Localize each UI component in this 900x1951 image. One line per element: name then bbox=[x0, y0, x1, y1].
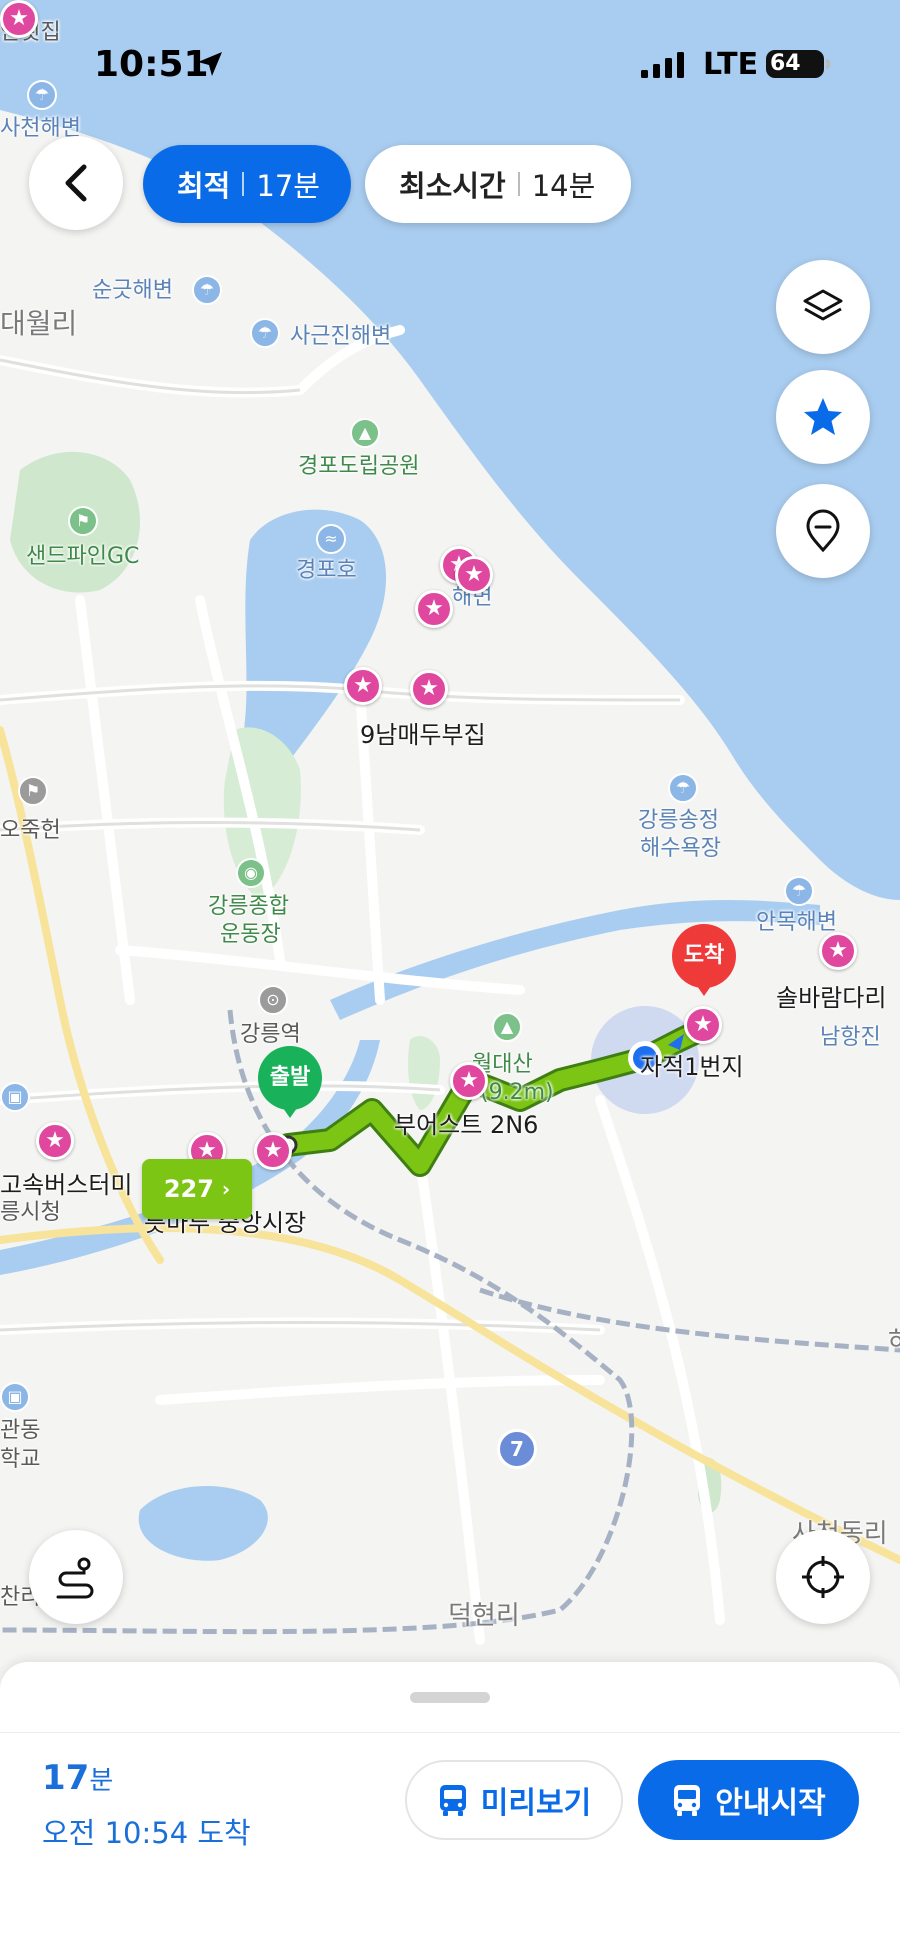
map-label: 오죽헌 bbox=[0, 818, 61, 843]
map-label: 덕현리 bbox=[448, 1601, 520, 1631]
favorite-pin-icon[interactable]: ★ bbox=[254, 1132, 292, 1170]
map-view[interactable]: 안횟집 사천해변 순긋해변 대월리 사근진해변 경포도립공원 샌드파인GC 경포… bbox=[0, 0, 900, 1700]
my-places-button[interactable] bbox=[776, 484, 870, 578]
sheet-grabber[interactable] bbox=[410, 1692, 490, 1703]
arrival-time: 오전 10:54 도착 bbox=[42, 1816, 251, 1850]
map-label: 부어스트 2N6 bbox=[394, 1111, 539, 1139]
battery-tip bbox=[826, 59, 830, 69]
bus-route-number: 227 bbox=[163, 1175, 214, 1203]
map-label: 순긋해변 bbox=[92, 278, 173, 303]
school-icon[interactable]: ▣ bbox=[0, 1382, 30, 1412]
route-option-optimal[interactable]: 최적 17분 bbox=[143, 145, 351, 223]
crosshair-icon bbox=[802, 1556, 844, 1598]
map-label: 경포도립공원 bbox=[298, 454, 420, 479]
status-time: 10:51 bbox=[94, 44, 209, 85]
map-label: 남항진 bbox=[820, 1025, 881, 1050]
location-pin-icon bbox=[806, 509, 840, 553]
chevron-right-icon: › bbox=[221, 1177, 231, 1201]
marker-tail bbox=[276, 1098, 304, 1118]
map-label: 대월리 bbox=[0, 307, 78, 340]
back-button[interactable] bbox=[29, 136, 123, 230]
separator bbox=[242, 172, 245, 196]
favorite-pin-icon[interactable]: ★ bbox=[684, 1006, 722, 1044]
map-label: 릉시청 bbox=[0, 1200, 61, 1225]
marker-tail bbox=[690, 976, 718, 996]
favorite-pin-icon[interactable]: ★ bbox=[410, 670, 448, 708]
network-type: LTE bbox=[703, 47, 759, 82]
route-summary-sheet: 17분 오전 10:54 도착 미리보기 안내시작 bbox=[0, 1662, 900, 1951]
map-label: 해수욕장 bbox=[640, 836, 721, 861]
map-label: 강릉역 bbox=[240, 1022, 301, 1047]
favorite-pin-icon[interactable]: ★ bbox=[344, 667, 382, 705]
map-label: 강릉종합 bbox=[208, 894, 289, 919]
map-label: 안목해변 bbox=[756, 910, 837, 935]
map-base bbox=[0, 0, 900, 1645]
road-number-badge: 7 bbox=[497, 1429, 537, 1469]
bus-icon bbox=[674, 1785, 701, 1816]
beach-icon[interactable]: ☂ bbox=[192, 275, 222, 305]
favorite-pin-icon[interactable]: ★ bbox=[36, 1122, 74, 1160]
map-label: 하 bbox=[888, 1327, 900, 1357]
star-icon bbox=[804, 398, 842, 435]
route-option-time: 17분 bbox=[256, 169, 320, 203]
train-station-icon[interactable]: ⊙ bbox=[258, 985, 288, 1015]
beach-icon[interactable]: ☂ bbox=[250, 318, 280, 348]
map-label: 운동장 bbox=[220, 922, 281, 947]
map-label: 솔바람다리 bbox=[776, 984, 887, 1012]
map-label: 9남매두부집 bbox=[360, 721, 486, 749]
layers-button[interactable] bbox=[776, 260, 870, 354]
route-path-icon bbox=[56, 1557, 94, 1599]
preview-label: 미리보기 bbox=[480, 1786, 592, 1821]
bus-route-badge[interactable]: 227 › bbox=[142, 1159, 252, 1219]
map-label: 샌드파인GC bbox=[26, 544, 140, 569]
map-label: 사근진해변 bbox=[290, 324, 392, 349]
bus-terminal-icon[interactable]: ▣ bbox=[0, 1082, 30, 1112]
golf-icon[interactable]: ⚑ bbox=[68, 506, 98, 536]
route-option-name: 최적 bbox=[177, 169, 231, 203]
beach-icon[interactable]: ☂ bbox=[784, 876, 814, 906]
map-label: 관동 bbox=[0, 1418, 41, 1443]
route-overview-button[interactable] bbox=[29, 1530, 123, 1624]
duration-number: 17 bbox=[42, 1758, 90, 1798]
route-option-time: 14분 bbox=[531, 169, 596, 203]
map-label: 경포호 bbox=[296, 558, 357, 583]
map-label: 고속버스터미 bbox=[0, 1171, 133, 1199]
favorite-pin-icon[interactable]: ★ bbox=[819, 932, 857, 970]
map-label: 자적1번지 bbox=[640, 1053, 744, 1081]
favorite-pin-icon[interactable]: ★ bbox=[455, 556, 493, 594]
lake-icon[interactable]: ≈ bbox=[316, 524, 346, 554]
route-option-name: 최소시간 bbox=[399, 169, 506, 203]
battery-icon: 64 bbox=[766, 50, 824, 78]
trip-duration: 17분 bbox=[42, 1758, 113, 1798]
map-label: 강릉송정 bbox=[638, 808, 719, 833]
layers-icon bbox=[803, 289, 843, 321]
duration-unit: 분 bbox=[89, 1766, 114, 1796]
favorite-pin-icon[interactable]: ★ bbox=[415, 590, 453, 628]
route-option-fastest[interactable]: 최소시간 14분 bbox=[365, 145, 631, 223]
bus-icon bbox=[439, 1785, 466, 1816]
battery-level: 64 bbox=[770, 51, 801, 76]
current-location-button[interactable] bbox=[776, 1530, 870, 1624]
location-arrow-icon bbox=[198, 52, 222, 76]
signal-bars-icon bbox=[641, 52, 684, 78]
favorite-pin-icon[interactable]: ★ bbox=[450, 1062, 488, 1100]
park-icon[interactable]: ▲ bbox=[350, 418, 380, 448]
favorites-button[interactable] bbox=[776, 370, 870, 464]
map-label: 학교 bbox=[0, 1447, 41, 1472]
start-guidance-button[interactable]: 안내시작 bbox=[638, 1760, 859, 1840]
beach-icon[interactable]: ☂ bbox=[668, 773, 698, 803]
start-label: 안내시작 bbox=[715, 1786, 826, 1821]
preview-button[interactable]: 미리보기 bbox=[405, 1760, 623, 1840]
status-bar: 10:51 LTE 64 bbox=[0, 0, 900, 120]
divider bbox=[0, 1732, 900, 1733]
chevron-left-icon bbox=[65, 164, 87, 202]
map-label: (9.2m) bbox=[480, 1080, 554, 1105]
mountain-icon[interactable]: ▲ bbox=[492, 1012, 522, 1042]
stadium-icon[interactable]: ◉ bbox=[236, 858, 266, 888]
landmark-icon[interactable]: ⚑ bbox=[18, 776, 48, 806]
separator bbox=[517, 172, 520, 196]
